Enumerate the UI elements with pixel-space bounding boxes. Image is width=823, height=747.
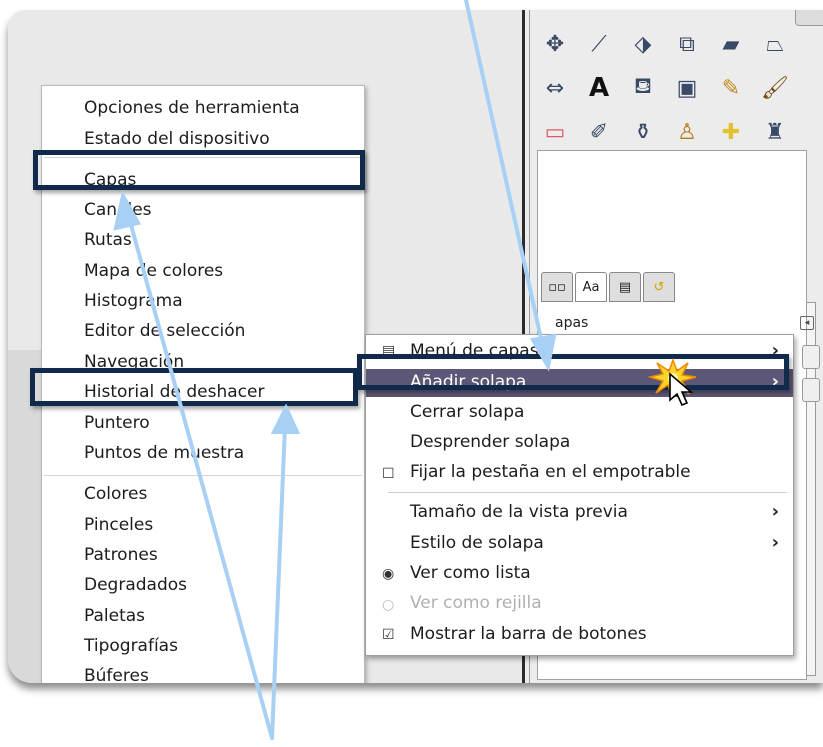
arrowhead [270, 403, 301, 434]
arrow-to-add-tab [464, 0, 546, 354]
arrowhead [529, 333, 557, 372]
arrowhead [113, 190, 142, 231]
callout-arrows [113, 0, 557, 740]
arrow-to-undo-history [270, 424, 287, 740]
arrow-to-layers [126, 212, 274, 740]
